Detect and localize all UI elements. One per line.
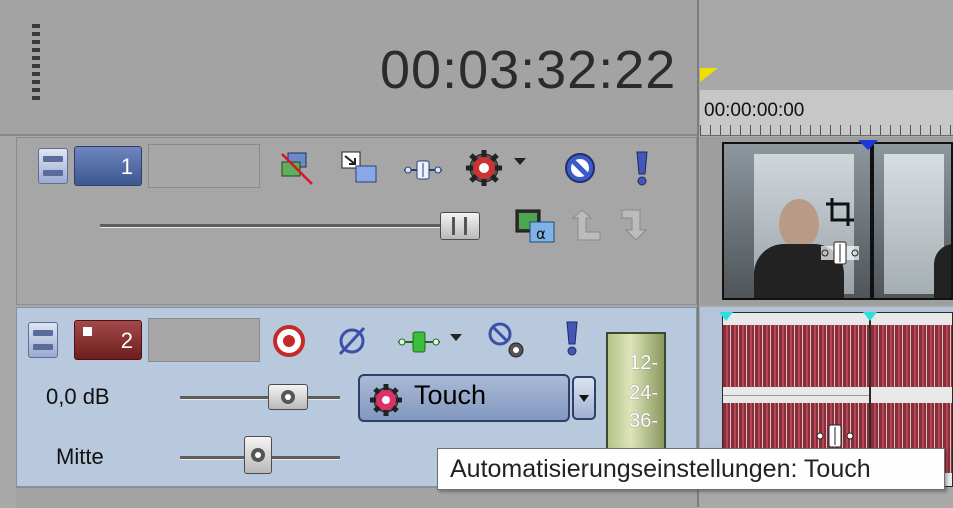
video-clip[interactable] xyxy=(722,142,872,300)
pan-slider-thumb[interactable] xyxy=(244,436,272,474)
pan-value: Mitte xyxy=(56,444,104,469)
track-2-collapse-button[interactable] xyxy=(28,322,58,358)
timecode-display[interactable]: 00:03:32:22 xyxy=(380,40,676,100)
clip-fx-icon[interactable] xyxy=(820,240,860,266)
tooltip: Automatisierungseinstellungen: Touch xyxy=(437,448,945,490)
waveform-left xyxy=(723,325,869,387)
track-2-number[interactable]: 2 xyxy=(74,320,142,360)
header-grip-handle[interactable] xyxy=(32,24,40,102)
track-1-collapse-button[interactable] xyxy=(38,148,68,184)
track-volume-fx-dropdown-icon[interactable] xyxy=(450,334,462,341)
track-fx-dropdown-icon[interactable] xyxy=(514,158,526,165)
track-motion-icon[interactable] xyxy=(402,158,444,182)
compositing-mode-icon[interactable] xyxy=(278,150,318,188)
meter-tick: 12- xyxy=(629,352,658,374)
automation-gear-icon xyxy=(370,384,402,416)
audio-clip-fx-icon[interactable] xyxy=(815,423,855,449)
fade-handle-icon[interactable] xyxy=(719,312,733,321)
invert-phase-icon[interactable] xyxy=(336,326,368,356)
event-boundary-marker xyxy=(858,140,878,150)
child-down-icon[interactable] xyxy=(620,208,652,242)
video-clip[interactable] xyxy=(872,142,953,300)
compositing-alpha-icon[interactable]: α xyxy=(514,208,556,244)
pan-crop-icon[interactable] xyxy=(824,196,856,228)
track-1-level-slider-thumb[interactable] xyxy=(440,212,480,240)
mute-icon[interactable] xyxy=(562,150,598,186)
track-1-number[interactable]: 1 xyxy=(74,146,142,186)
meter-tick: 24- xyxy=(629,382,658,404)
svg-text:α: α xyxy=(536,225,546,243)
meter-tick: 36- xyxy=(629,410,658,432)
parent-up-icon[interactable] xyxy=(570,208,602,242)
ruler-timecode: 00:00:00:00 xyxy=(704,100,805,121)
volume-slider-track[interactable] xyxy=(180,396,340,400)
volume-value: 0,0 dB xyxy=(46,384,110,409)
cursor-marker-icon[interactable] xyxy=(700,68,718,82)
volume-slider-thumb[interactable] xyxy=(268,384,308,410)
solo-icon[interactable] xyxy=(564,320,580,358)
chevron-down-icon xyxy=(579,395,589,402)
track-2-name-field[interactable] xyxy=(148,318,260,362)
automation-mode-label: Touch xyxy=(414,380,487,410)
bypass-automation-icon[interactable] xyxy=(486,320,528,362)
automation-mode-dropdown-button[interactable] xyxy=(572,376,596,420)
make-compositing-child-icon[interactable] xyxy=(340,150,380,186)
track-1-name-field[interactable] xyxy=(148,144,260,188)
track-volume-fx-icon[interactable] xyxy=(396,330,442,354)
track-list-footer xyxy=(16,487,697,508)
arm-record-icon[interactable] xyxy=(272,324,306,358)
solo-icon[interactable] xyxy=(634,150,650,188)
track-fx-icon[interactable] xyxy=(464,148,504,188)
track-1-level-slider-track[interactable] xyxy=(100,224,440,228)
fade-handle-icon[interactable] xyxy=(863,312,877,321)
